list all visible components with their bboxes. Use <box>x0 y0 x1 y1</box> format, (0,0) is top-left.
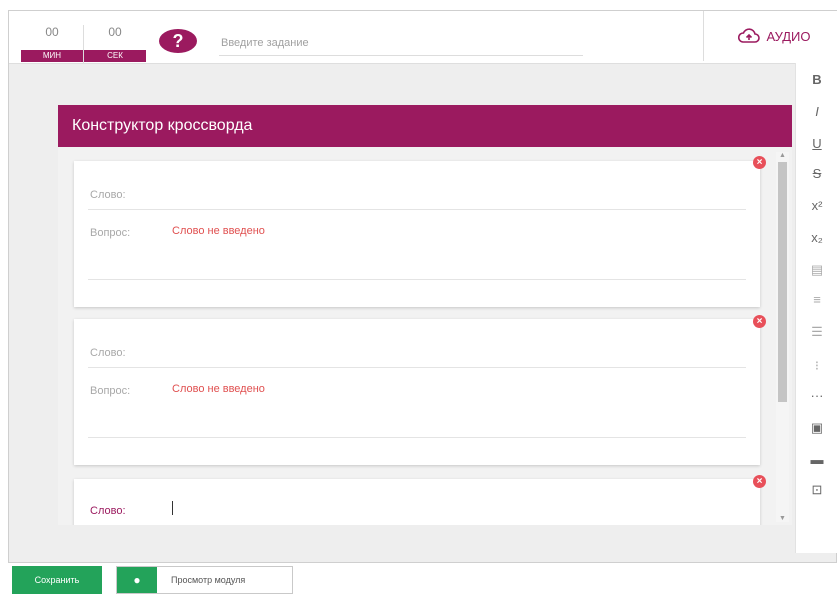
panel-title: Конструктор кроссворда <box>58 105 792 147</box>
timer-minutes-label: МИН <box>21 50 83 62</box>
save-button[interactable]: Сохранить <box>12 566 102 594</box>
timer-minutes-value: 00 <box>45 25 59 39</box>
eye-icon: ● <box>117 567 157 593</box>
preview-module-button[interactable]: ● Просмотр модуля <box>116 566 293 594</box>
remove-entry-icon[interactable]: × <box>753 156 766 169</box>
question-field[interactable]: Вопрос: Слово не введено <box>88 375 746 438</box>
timer-minutes: 00 МИН <box>21 25 83 63</box>
crossword-entries: Слово: Вопрос: Слово не введено Слово: В… <box>58 147 792 525</box>
comment-button[interactable]: ▣ <box>804 415 830 441</box>
copy-format-button[interactable]: ▤ <box>804 257 830 283</box>
question-field[interactable]: Вопрос: Слово не введено <box>88 217 746 280</box>
entry-card: Слово: Вопрос: Слово не введено <box>74 161 760 307</box>
italic-button[interactable]: I <box>804 99 830 125</box>
word-label: Слово: <box>90 347 126 359</box>
word-field[interactable]: Слово: <box>88 337 746 368</box>
superscript-button[interactable]: x² <box>804 193 830 219</box>
bold-button[interactable]: B <box>804 67 830 93</box>
list-button[interactable]: ☰ <box>804 319 830 345</box>
preview-module-label: Просмотр модуля <box>171 575 246 585</box>
strikethrough-button[interactable]: S <box>804 161 830 187</box>
question-label: Вопрос: <box>90 227 131 239</box>
ordered-list-button[interactable]: ⁝ <box>804 353 830 379</box>
scroll-up-arrow[interactable]: ▲ <box>776 152 789 159</box>
timer-seconds-label: СЕК <box>84 50 146 62</box>
question-label: Вопрос: <box>90 385 131 397</box>
underline-button[interactable]: U <box>804 131 830 157</box>
word-field[interactable]: Слово: <box>88 179 746 210</box>
remove-entry-icon[interactable]: × <box>753 315 766 328</box>
more-button[interactable]: ··· <box>804 383 830 409</box>
audio-button[interactable]: АУДИО <box>703 11 837 61</box>
format-toolbar: B I U S x² x₂ ▤ ≡ ☰ ⁝ ··· ▣ ▬ ⊡ <box>795 63 837 553</box>
panel-scrollbar[interactable]: ▲ ▼ <box>776 152 789 522</box>
word-field-active[interactable]: Слово: <box>88 495 746 525</box>
entry-card: Слово: <box>74 479 760 525</box>
cloud-upload-icon <box>738 28 761 44</box>
top-bar: 00 МИН 00 СЕК ? АУДИО <box>9 11 837 64</box>
subscript-button[interactable]: x₂ <box>804 225 830 251</box>
timer-seconds: 00 СЕК <box>83 25 146 63</box>
task-input[interactable] <box>219 31 583 56</box>
help-icon[interactable]: ? <box>159 29 197 53</box>
scroll-down-arrow[interactable]: ▼ <box>776 515 789 522</box>
audio-button-label: АУДИО <box>766 28 811 44</box>
timer-seconds-value: 00 <box>108 25 122 39</box>
empty-word-message: Слово не введено <box>172 383 265 395</box>
entry-card: Слово: Вопрос: Слово не введено <box>74 319 760 465</box>
word-label: Слово: <box>90 505 126 517</box>
empty-word-message: Слово не введено <box>172 225 265 237</box>
align-button[interactable]: ≡ <box>804 287 830 313</box>
remove-entry-icon[interactable]: × <box>753 475 766 488</box>
crop-button[interactable]: ⊡ <box>804 477 830 503</box>
media-button[interactable]: ▬ <box>804 447 830 473</box>
text-cursor <box>172 501 173 515</box>
scroll-thumb[interactable] <box>778 162 787 402</box>
word-label: Слово: <box>90 189 126 201</box>
